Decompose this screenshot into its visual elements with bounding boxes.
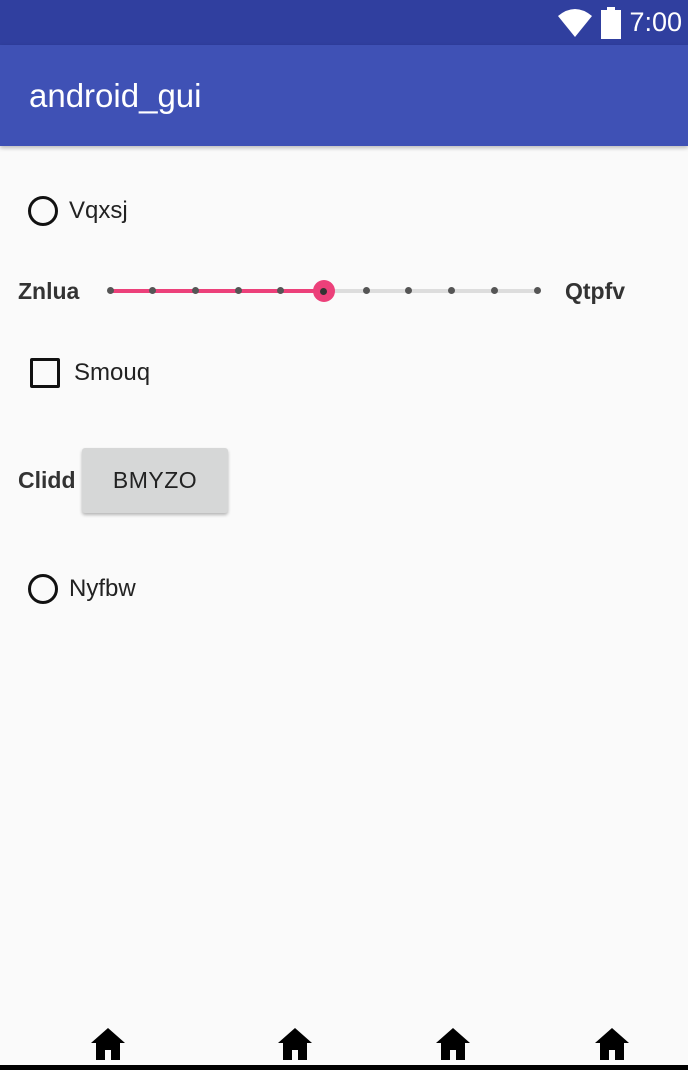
wifi-icon <box>558 8 593 37</box>
slider-tick <box>405 287 413 294</box>
bmyzo-button[interactable]: BMYZO <box>82 448 228 513</box>
slider-thumb[interactable] <box>312 280 335 302</box>
nav-bottom-line <box>0 1065 688 1070</box>
checkbox-label: Smouq <box>74 359 151 386</box>
slider-tick <box>191 287 199 294</box>
slider-tick <box>106 287 114 294</box>
home-icon[interactable] <box>276 1026 314 1062</box>
slider-tick <box>362 287 370 294</box>
slider-fill <box>110 289 324 293</box>
navigation-bar <box>0 1020 688 1070</box>
battery-icon <box>601 6 622 39</box>
radio-circle-icon <box>28 196 58 226</box>
home-icon[interactable] <box>434 1026 472 1062</box>
status-time: 7:00 <box>629 7 682 37</box>
checkbox-box-icon <box>30 358 60 388</box>
app-bar: android_gui <box>0 45 688 146</box>
radio-label: Vqxsj <box>69 197 128 224</box>
home-icon[interactable] <box>89 1026 127 1062</box>
app-title: android_gui <box>29 77 202 114</box>
home-icon[interactable] <box>593 1026 631 1062</box>
radio-button-vqxsj[interactable]: Vqxsj <box>28 191 128 231</box>
slider-thumb-dot <box>320 287 327 295</box>
slider-tick <box>448 287 456 294</box>
slider-tick <box>490 287 498 294</box>
slider-tick <box>234 287 242 294</box>
status-icons: 7:00 <box>557 0 682 45</box>
slider-left-label: Znlua <box>18 278 80 304</box>
radio-circle-icon <box>28 574 58 604</box>
slider-right-label: Qtpfv <box>565 278 626 304</box>
radio-label: Nyfbw <box>69 575 136 602</box>
button-row-label: Clidd <box>18 467 76 493</box>
radio-button-nyfbw[interactable]: Nyfbw <box>28 569 136 609</box>
discrete-slider[interactable] <box>106 280 541 302</box>
status-bar: 7:00 <box>0 0 688 45</box>
checkbox-smouq[interactable]: Smouq <box>30 353 150 393</box>
slider-tick <box>533 287 541 294</box>
